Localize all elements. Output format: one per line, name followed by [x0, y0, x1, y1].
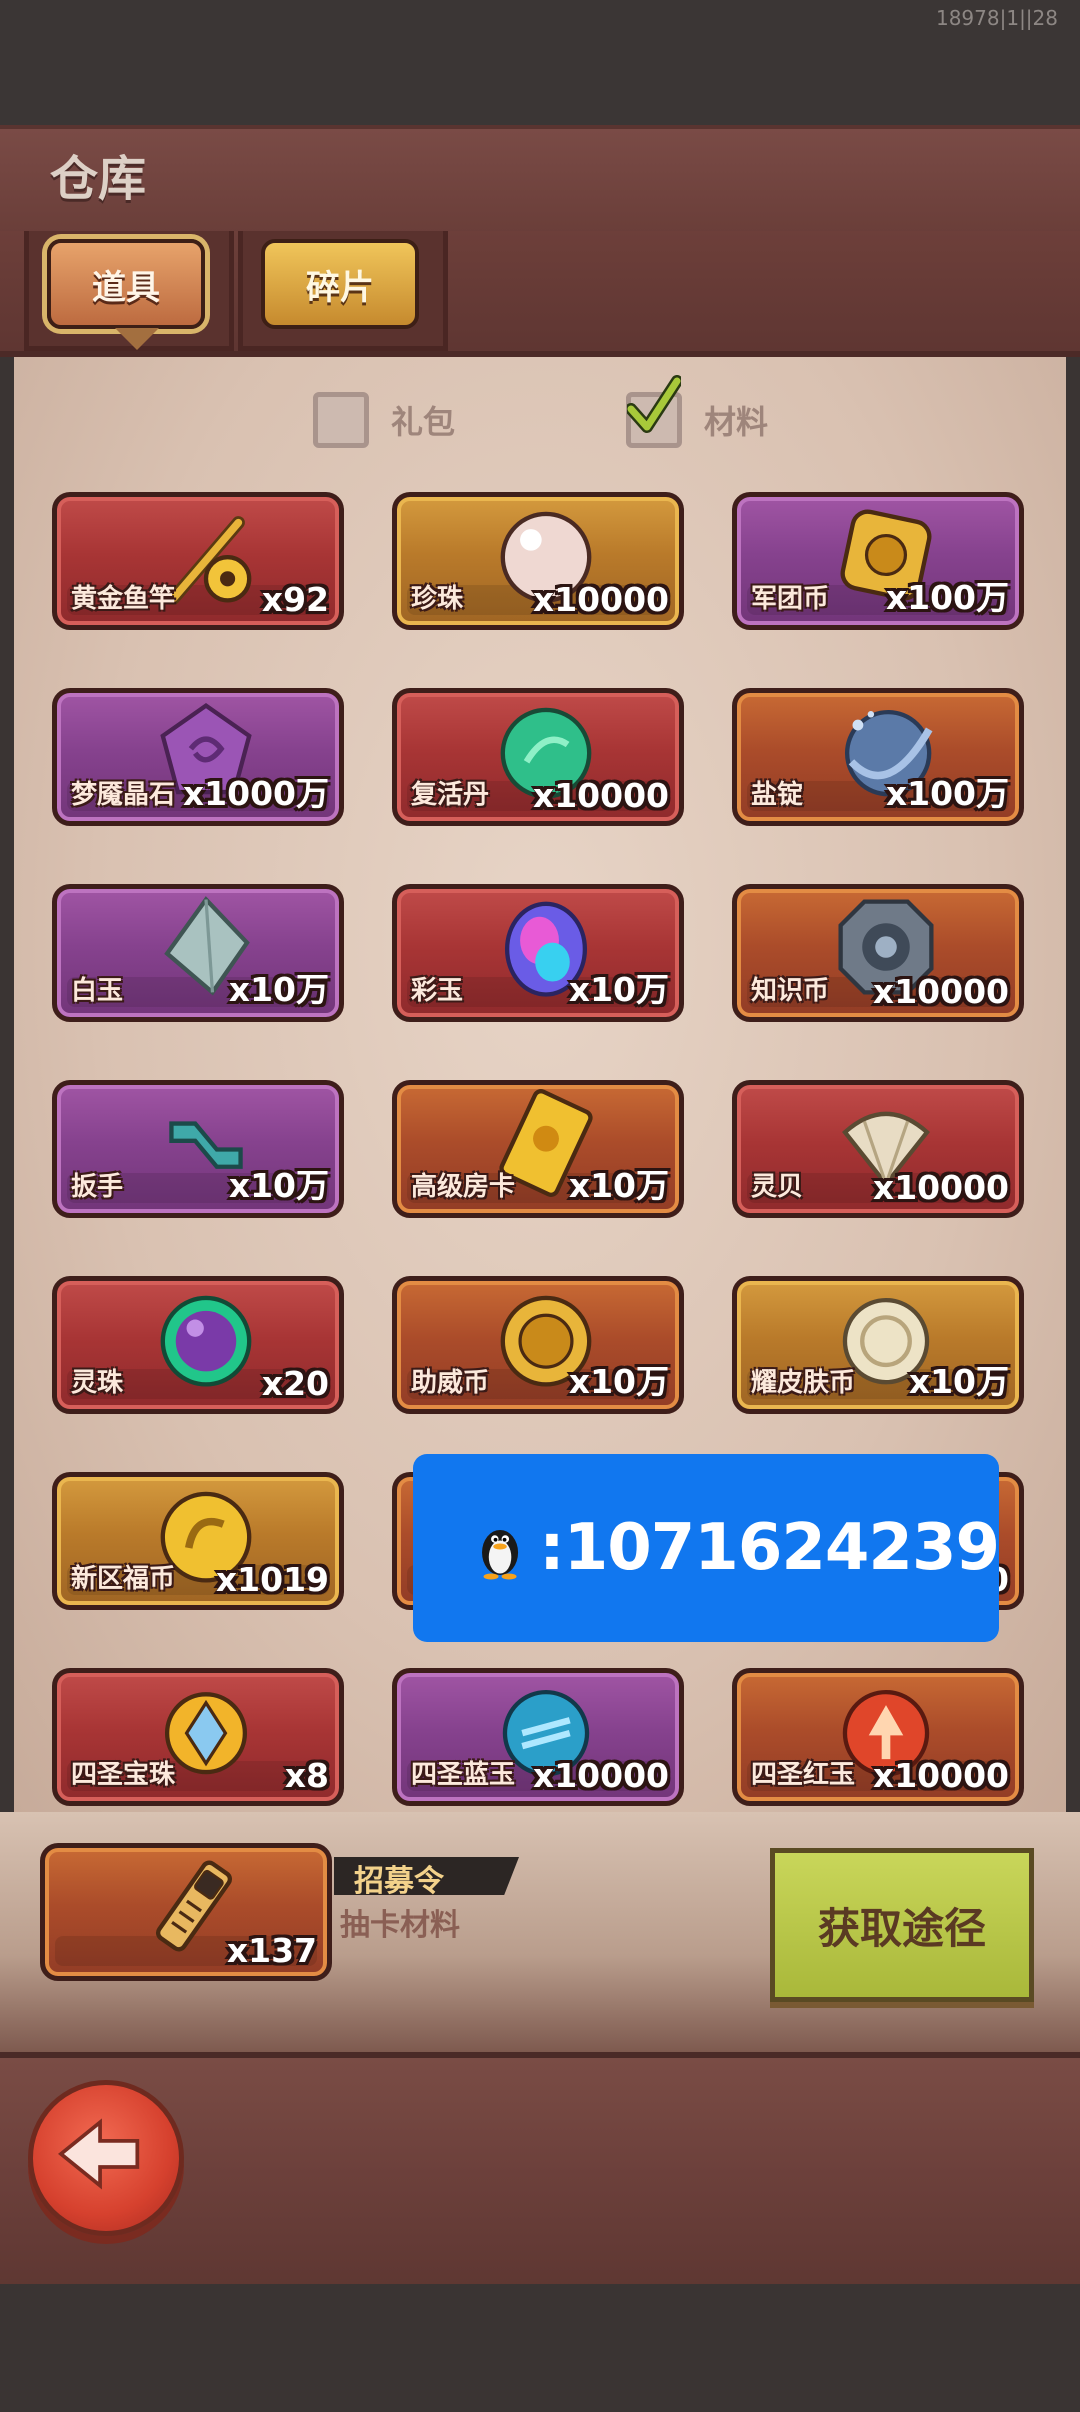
item-count: x8 [284, 1756, 329, 1795]
item-card[interactable]: 军团币 x100万 [732, 492, 1024, 630]
qq-contact-banner: :1071624239 [413, 1454, 1000, 1642]
item-card[interactable]: 灵珠 x20 [52, 1276, 344, 1414]
filter-gift-pack[interactable]: 礼包 [313, 392, 455, 448]
item-name: 四圣蓝玉 [411, 1760, 516, 1790]
item-name: 四圣红玉 [751, 1760, 856, 1790]
item-card[interactable]: 知识币 x10000 [732, 884, 1024, 1022]
item-name: 高级房卡 [411, 1172, 516, 1202]
item-name: 扳手 [71, 1172, 124, 1202]
qq-number: :1071624239 [539, 1511, 1000, 1585]
item-name: 白玉 [71, 976, 124, 1006]
item-card[interactable]: 四圣宝珠 x8 [52, 1668, 344, 1806]
tab-row: 道具 碎片 [0, 231, 1080, 357]
check-icon [627, 375, 681, 433]
item-card[interactable]: 彩玉 x10万 [392, 884, 684, 1022]
item-count: x100万 [885, 578, 1009, 617]
item-card[interactable]: 高级房卡 x10万 [392, 1080, 684, 1218]
item-card[interactable]: 耀皮肤币 x10万 [732, 1276, 1024, 1414]
tab-items[interactable]: 道具 [47, 239, 205, 329]
selected-item-card[interactable]: x137 [40, 1843, 332, 1981]
item-count: x10000 [532, 580, 669, 619]
item-card[interactable]: 珍珠 x10000 [392, 492, 684, 630]
tab-fragments[interactable]: 碎片 [261, 239, 419, 329]
back-button[interactable] [28, 2080, 184, 2236]
item-card[interactable]: 黄金鱼竿 x92 [52, 492, 344, 630]
item-card[interactable]: 梦魇晶石 x1000万 [52, 688, 344, 826]
item-count: x10000 [532, 776, 669, 815]
item-card[interactable]: 新区福币 x1019 [52, 1472, 344, 1610]
selected-item-count: x137 [226, 1931, 317, 1970]
item-name: 灵珠 [71, 1368, 124, 1398]
item-name: 灵贝 [751, 1172, 804, 1202]
item-card[interactable]: 灵贝 x10000 [732, 1080, 1024, 1218]
get-path-button[interactable]: 获取途径 [770, 1848, 1034, 2002]
penguin-icon [482, 1529, 519, 1580]
header: 仓库 [0, 125, 1080, 240]
item-count: x10000 [872, 1168, 1009, 1207]
item-name: 复活丹 [411, 780, 490, 810]
selected-item-name: 招募令 [354, 1864, 444, 1899]
item-count: x100万 [885, 774, 1009, 813]
item-count: x10万 [568, 970, 669, 1009]
item-name: 知识币 [751, 976, 830, 1006]
item-card[interactable]: 四圣红玉 x10000 [732, 1668, 1024, 1806]
spirit-orb-icon [160, 1295, 252, 1387]
item-count: x10万 [228, 970, 329, 1009]
item-count: x10000 [532, 1756, 669, 1795]
item-card[interactable]: 盐锭 x100万 [732, 688, 1024, 826]
tab-pointer-icon [115, 328, 159, 350]
item-count: x10000 [872, 972, 1009, 1011]
material-checkbox[interactable] [626, 375, 682, 448]
selected-item-description: 抽卡材料 [340, 1908, 460, 1943]
item-count: x92 [261, 580, 329, 619]
item-name: 军团币 [751, 584, 830, 614]
item-count: x10万 [568, 1166, 669, 1205]
material-label: 材料 [704, 403, 769, 441]
back-arrow-icon [57, 2118, 140, 2190]
filter-material[interactable]: 材料 [626, 375, 769, 448]
item-count: x10000 [872, 1756, 1009, 1795]
item-card[interactable]: 四圣蓝玉 x10000 [392, 1668, 684, 1806]
item-name: 彩玉 [411, 976, 464, 1006]
status-text: 18978|1||28 [935, 6, 1058, 30]
item-count: x20 [261, 1364, 329, 1403]
item-name: 珍珠 [411, 584, 464, 614]
item-count: x10万 [228, 1166, 329, 1205]
item-name: 黄金鱼竿 [71, 584, 176, 614]
item-card[interactable]: 助威币 x10万 [392, 1276, 684, 1414]
item-count: x10万 [568, 1362, 669, 1401]
gift-pack-checkbox[interactable] [313, 392, 369, 448]
item-count: x1000万 [182, 774, 329, 813]
item-name: 梦魇晶石 [71, 780, 176, 810]
navigation-bar [0, 2284, 1080, 2412]
item-name: 助威币 [411, 1368, 490, 1398]
item-name: 新区福币 [71, 1564, 176, 1594]
item-name: 耀皮肤币 [751, 1368, 856, 1398]
item-card[interactable]: 复活丹 x10000 [392, 688, 684, 826]
top-status-bar: 18978|1||28 [0, 0, 1080, 125]
item-name: 四圣宝珠 [71, 1760, 176, 1790]
page-title: 仓库 [50, 151, 147, 207]
tab-fragments-frame: 碎片 [238, 231, 448, 351]
item-card[interactable]: 扳手 x10万 [52, 1080, 344, 1218]
item-card[interactable]: 白玉 x10万 [52, 884, 344, 1022]
gift-pack-label: 礼包 [391, 403, 456, 441]
item-count: x10万 [908, 1362, 1009, 1401]
item-count: x1019 [215, 1560, 329, 1599]
item-name: 盐锭 [751, 780, 804, 810]
